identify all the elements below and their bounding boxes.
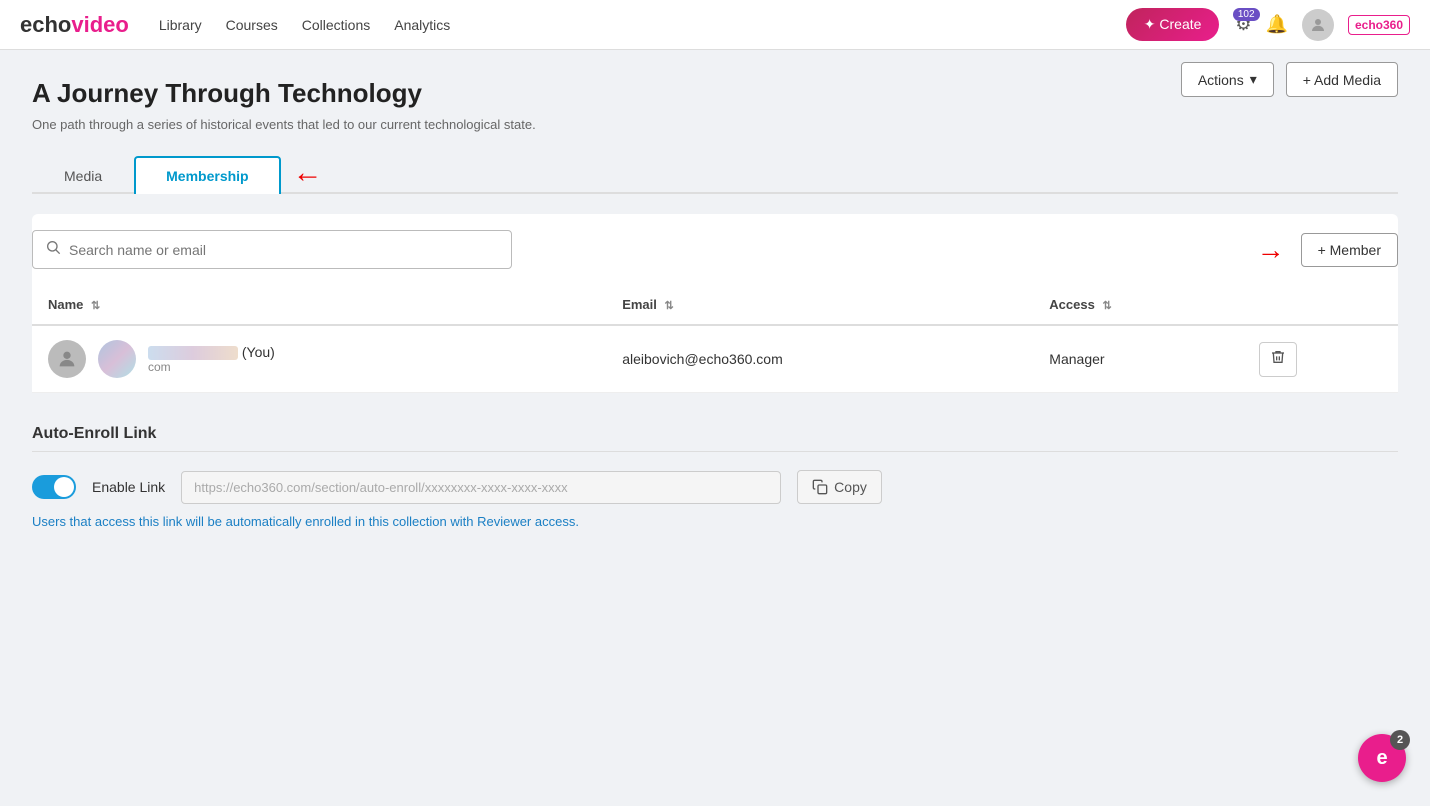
members-table: Name ⇅ Email ⇅ Access ⇅: [32, 285, 1398, 393]
col-name: Name ⇅: [32, 285, 606, 325]
settings-wrapper[interactable]: ⚙ 102: [1235, 14, 1251, 35]
bottom-badge[interactable]: e 2: [1358, 734, 1406, 782]
badge-count: 102: [1233, 8, 1260, 21]
membership-panel: → + Member Name ⇅ Email ⇅: [32, 214, 1398, 393]
add-media-button[interactable]: + Add Media: [1286, 62, 1398, 97]
member-avatar-img: [98, 340, 136, 378]
member-name-blurred: [148, 346, 238, 360]
table-row: (You) com aleibovich@echo360.com Manager: [32, 325, 1398, 393]
copy-link-button[interactable]: Copy: [797, 470, 882, 504]
nav-courses[interactable]: Courses: [226, 17, 278, 33]
member-sub: com: [148, 360, 275, 374]
actions-button[interactable]: Actions ▾: [1181, 62, 1274, 97]
arrow-add-member: →: [1257, 234, 1285, 266]
search-icon: [45, 239, 61, 260]
member-info: (You) com: [148, 344, 275, 374]
bottom-badge-letter: e: [1376, 747, 1387, 770]
actions-label: Actions: [1198, 72, 1244, 88]
nav-collections[interactable]: Collections: [302, 17, 370, 33]
right-section: → + Member: [1257, 233, 1398, 267]
enable-link-row: Enable Link Copy: [32, 470, 1398, 504]
bottom-badge-count: 2: [1390, 730, 1410, 750]
navbar-icons: ⚙ 102 🔔 echo360: [1235, 9, 1410, 41]
nav-library[interactable]: Library: [159, 17, 202, 33]
bell-button[interactable]: 🔔: [1266, 14, 1288, 35]
sort-email-icon[interactable]: ⇅: [665, 300, 674, 312]
nav-analytics[interactable]: Analytics: [394, 17, 450, 33]
member-delete-cell: [1243, 325, 1398, 393]
member-name-cell: (You) com: [32, 325, 606, 393]
navbar: echovideo Library Courses Collections An…: [0, 0, 1430, 50]
col-access: Access ⇅: [1033, 285, 1242, 325]
create-button[interactable]: ✦ Create: [1126, 8, 1220, 41]
actions-chevron: ▾: [1250, 71, 1257, 88]
delete-member-button[interactable]: [1259, 342, 1297, 377]
copy-label: Copy: [834, 479, 867, 495]
auto-enroll-section: Auto-Enroll Link Enable Link Copy Users …: [32, 425, 1398, 529]
enable-link-toggle[interactable]: [32, 475, 76, 499]
col-actions-header: [1243, 285, 1398, 325]
add-member-button[interactable]: + Member: [1301, 233, 1398, 267]
logo-video: video: [71, 12, 128, 38]
member-you-label: (You): [242, 344, 275, 360]
sort-name-icon[interactable]: ⇅: [91, 300, 100, 312]
search-box[interactable]: [32, 230, 512, 269]
enable-link-label: Enable Link: [92, 479, 165, 495]
sort-access-icon[interactable]: ⇅: [1102, 300, 1111, 312]
nav-links: Library Courses Collections Analytics: [159, 17, 1126, 33]
main-content: A Journey Through Technology One path th…: [0, 50, 1430, 557]
search-add-row: → + Member: [32, 214, 1398, 285]
arrow-membership: ←: [293, 156, 323, 192]
top-actions: Actions ▾ + Add Media: [1181, 62, 1398, 97]
user-avatar[interactable]: [1302, 9, 1334, 41]
logo: echovideo: [20, 12, 129, 38]
member-access-cell: Manager: [1033, 325, 1242, 393]
tab-membership[interactable]: Membership: [134, 156, 280, 194]
logo-echo: echo: [20, 12, 71, 38]
auto-enroll-note: Users that access this link will be auto…: [32, 514, 1398, 529]
member-name: (You): [148, 344, 275, 360]
page-description: One path through a series of historical …: [32, 117, 1398, 132]
tab-media[interactable]: Media: [32, 156, 134, 194]
tabs: Media Membership ←: [32, 156, 1398, 194]
add-media-label: + Add Media: [1303, 72, 1381, 88]
add-member-label: + Member: [1318, 242, 1381, 258]
search-input[interactable]: [69, 242, 499, 258]
col-email: Email ⇅: [606, 285, 1033, 325]
member-avatar-placeholder: [48, 340, 86, 378]
auto-enroll-link-input[interactable]: [181, 471, 781, 504]
member-email-cell: aleibovich@echo360.com: [606, 325, 1033, 393]
auto-enroll-title: Auto-Enroll Link: [32, 425, 1398, 452]
brand-label: echo360: [1348, 15, 1410, 35]
